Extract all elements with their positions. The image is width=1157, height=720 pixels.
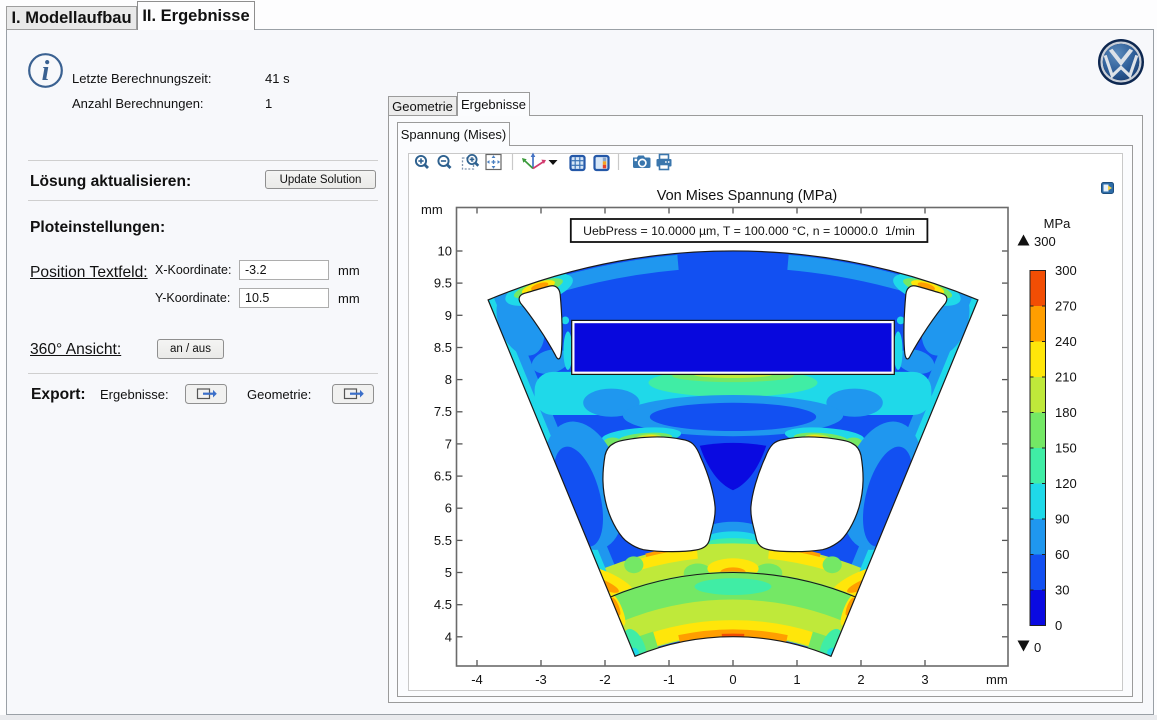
svg-text:Von Mises Spannung (MPa): Von Mises Spannung (MPa): [657, 188, 838, 204]
svg-text:i: i: [42, 56, 50, 87]
svg-text:MPa: MPa: [1044, 216, 1072, 231]
svg-text:3: 3: [921, 672, 928, 687]
svg-text:4.5: 4.5: [434, 597, 452, 612]
svg-text:9: 9: [445, 308, 452, 323]
svg-text:210: 210: [1055, 370, 1077, 385]
svg-text:0: 0: [1034, 640, 1041, 655]
svg-text:0: 0: [1055, 618, 1062, 633]
svg-text:10: 10: [438, 244, 452, 259]
svg-text:5.5: 5.5: [434, 533, 452, 548]
svg-text:7.5: 7.5: [434, 404, 452, 419]
svg-text:120: 120: [1055, 476, 1077, 491]
svg-text:6: 6: [445, 501, 452, 516]
svg-text:9.5: 9.5: [434, 276, 452, 291]
svg-text:-4: -4: [471, 672, 483, 687]
svg-text:8.5: 8.5: [434, 340, 452, 355]
svg-text:5: 5: [445, 565, 452, 580]
svg-text:2: 2: [857, 672, 864, 687]
svg-text:30: 30: [1055, 583, 1069, 598]
svg-text:0: 0: [729, 672, 736, 687]
svg-text:240: 240: [1055, 334, 1077, 349]
svg-text:1: 1: [793, 672, 800, 687]
svg-text:UebPress = 10.0000 µm, T = 100: UebPress = 10.0000 µm, T = 100.000 °C, n…: [583, 224, 915, 238]
svg-text:6.5: 6.5: [434, 469, 452, 484]
svg-text:180: 180: [1055, 405, 1077, 420]
svg-text:-3: -3: [535, 672, 547, 687]
svg-text:7: 7: [445, 436, 452, 451]
svg-text:300: 300: [1034, 234, 1056, 249]
svg-text:90: 90: [1055, 512, 1069, 527]
svg-text:270: 270: [1055, 299, 1077, 314]
svg-text:-2: -2: [599, 672, 611, 687]
svg-text:150: 150: [1055, 441, 1077, 456]
svg-text:mm: mm: [986, 672, 1008, 687]
svg-text:mm: mm: [421, 202, 443, 217]
svg-text:60: 60: [1055, 547, 1069, 562]
svg-text:300: 300: [1055, 263, 1077, 278]
svg-text:8: 8: [445, 372, 452, 387]
svg-text:-1: -1: [663, 672, 675, 687]
svg-text:4: 4: [445, 629, 452, 644]
